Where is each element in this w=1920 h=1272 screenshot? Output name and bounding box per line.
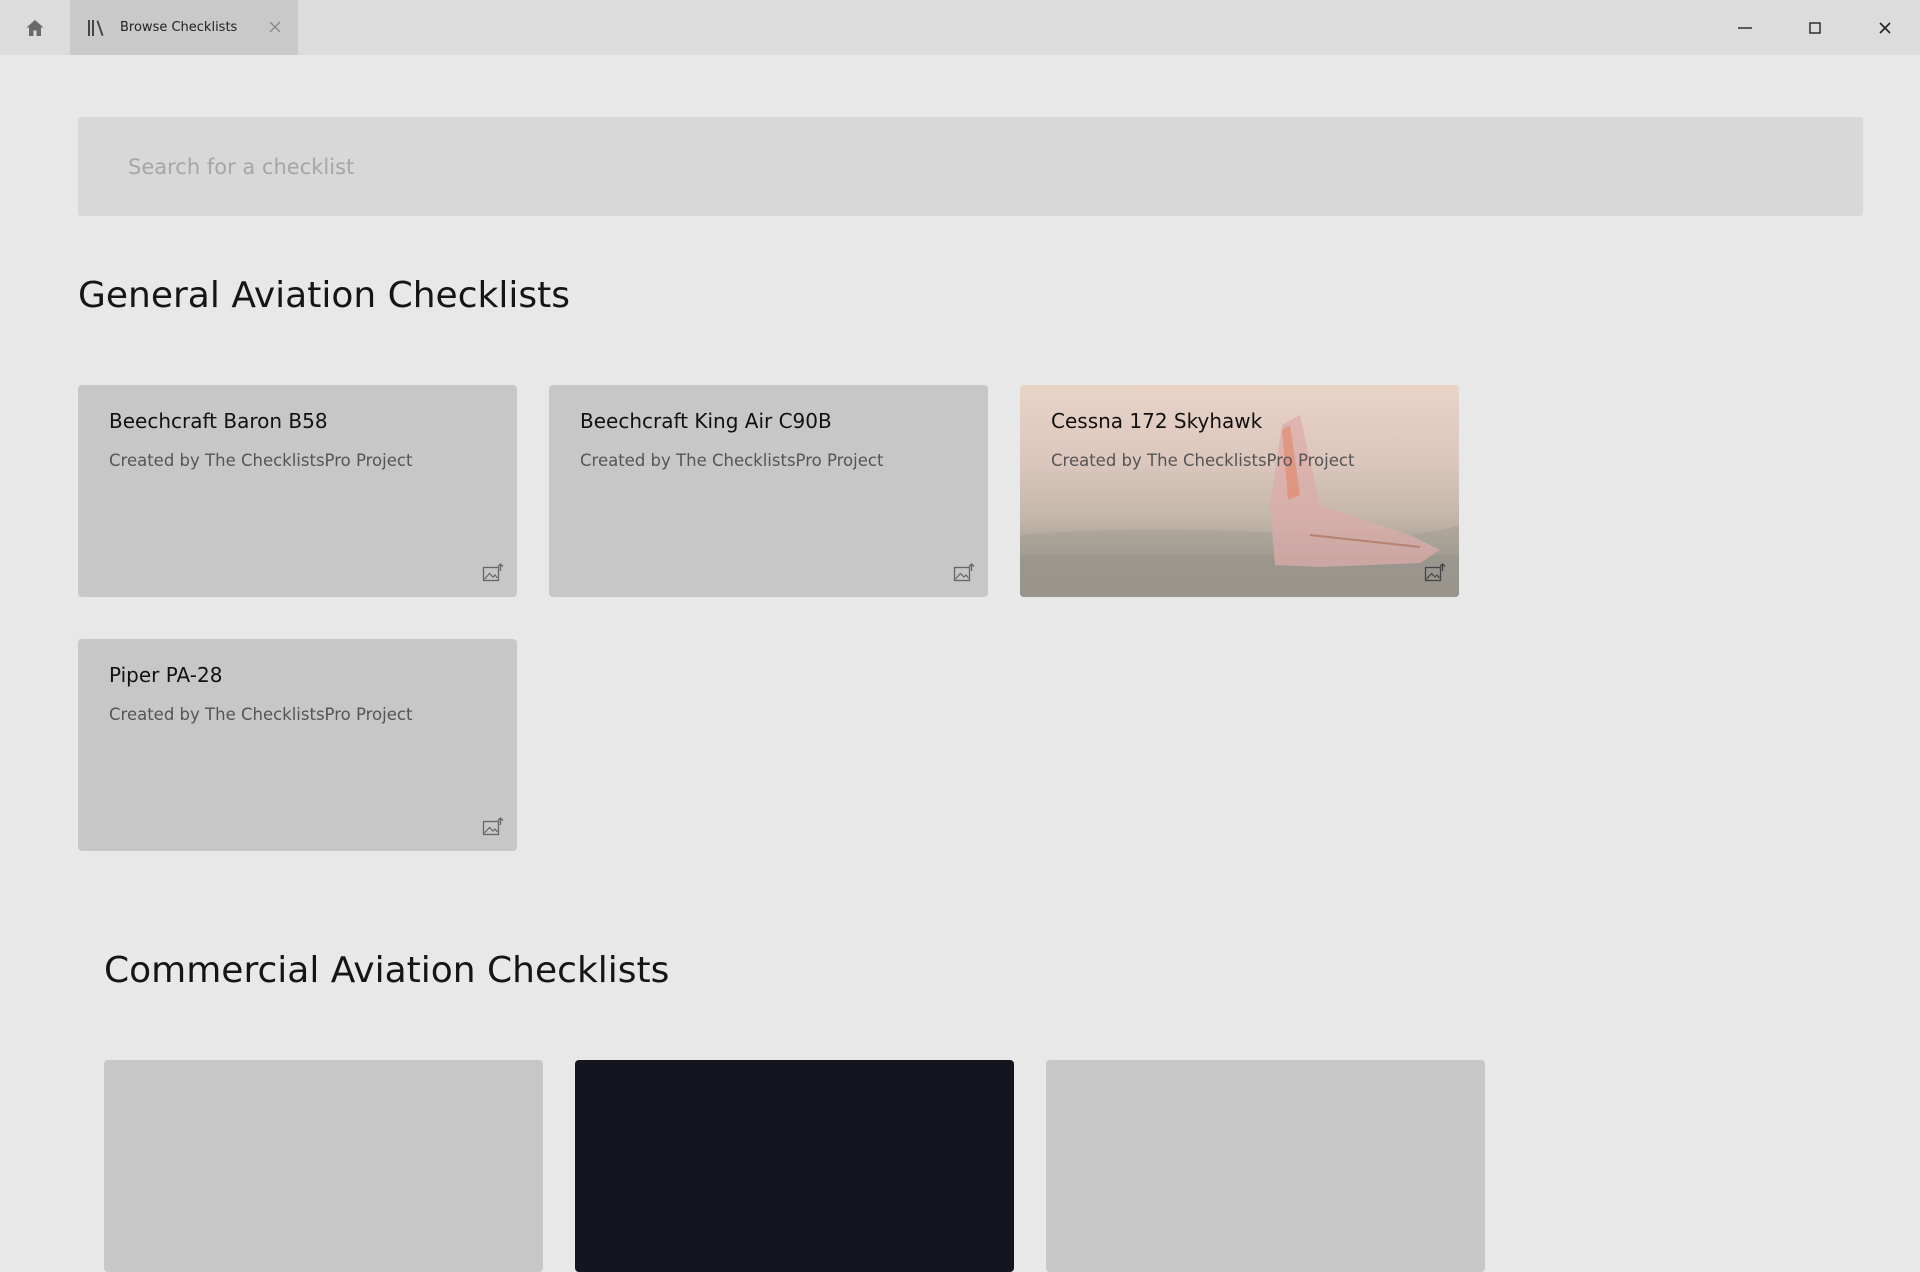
image-upload-icon[interactable] — [481, 561, 505, 585]
checklist-card-piper-pa28[interactable]: Piper PA-28 Created by The ChecklistsPro… — [78, 639, 517, 851]
checklist-card-baron-b58[interactable]: Beechcraft Baron B58 Created by The Chec… — [78, 385, 517, 597]
commercial-checklist-card[interactable] — [104, 1060, 543, 1272]
checklist-card-king-air-c90b[interactable]: Beechcraft King Air C90B Created by The … — [549, 385, 988, 597]
tab-label: Browse Checklists — [120, 20, 238, 35]
minimize-icon — [1738, 26, 1752, 29]
card-title: Beechcraft King Air C90B — [580, 409, 832, 433]
card-author: Created by The ChecklistsPro Project — [1051, 451, 1355, 470]
close-icon — [269, 21, 281, 33]
image-upload-icon[interactable] — [952, 561, 976, 585]
card-author: Created by The ChecklistsPro Project — [109, 451, 413, 470]
section-title-general: General Aviation Checklists — [78, 275, 570, 316]
card-author: Created by The ChecklistsPro Project — [109, 705, 413, 724]
home-button[interactable] — [0, 0, 70, 55]
minimize-button[interactable] — [1710, 0, 1780, 55]
title-bar: Browse Checklists — [0, 0, 1920, 55]
tab-browse-checklists[interactable]: Browse Checklists — [70, 0, 298, 55]
card-title: Piper PA-28 — [109, 663, 223, 687]
image-upload-icon[interactable] — [481, 815, 505, 839]
home-icon — [26, 19, 44, 36]
close-icon — [1879, 21, 1891, 34]
card-author: Created by The ChecklistsPro Project — [580, 451, 884, 470]
checklist-card-cessna-172[interactable]: Cessna 172 Skyhawk Created by The Checkl… — [1020, 385, 1459, 597]
image-upload-icon[interactable] — [1423, 561, 1447, 585]
maximize-icon — [1809, 21, 1821, 34]
card-title: Cessna 172 Skyhawk — [1051, 409, 1263, 433]
search-input[interactable] — [78, 117, 1863, 216]
maximize-button[interactable] — [1780, 0, 1850, 55]
library-icon — [86, 17, 108, 39]
search-box[interactable] — [78, 117, 1863, 216]
commercial-checklist-card[interactable] — [1046, 1060, 1485, 1272]
section-title-commercial: Commercial Aviation Checklists — [104, 950, 670, 991]
close-window-button[interactable] — [1850, 0, 1920, 55]
card-title: Beechcraft Baron B58 — [109, 409, 328, 433]
tab-close-button[interactable] — [266, 18, 284, 36]
commercial-checklist-card[interactable] — [575, 1060, 1014, 1272]
